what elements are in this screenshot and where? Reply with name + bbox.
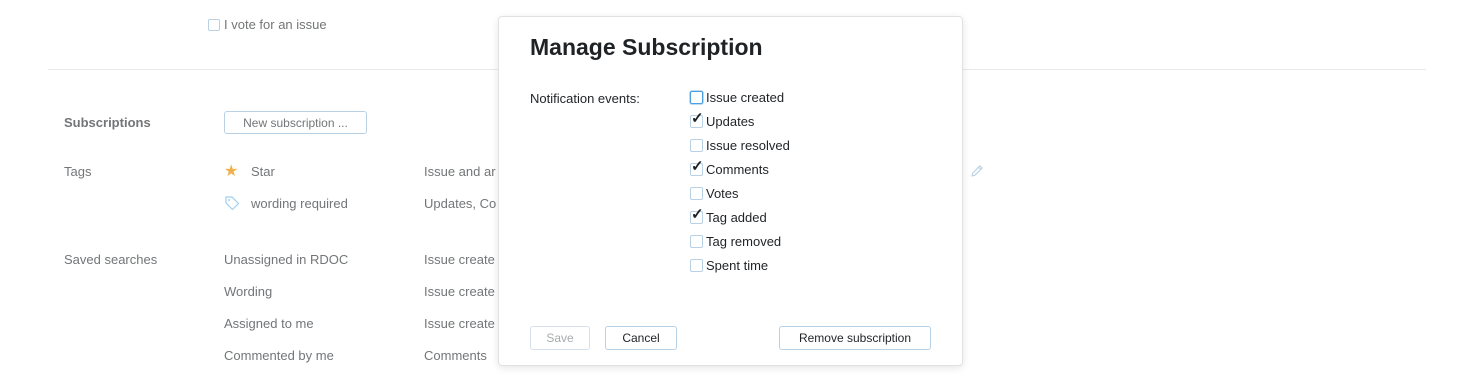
event-checkbox[interactable] xyxy=(690,139,703,152)
tag-name[interactable]: Star xyxy=(251,164,275,179)
tag-icon xyxy=(224,195,240,211)
saved-search-name[interactable]: Wording xyxy=(224,284,272,299)
check-icon: ✓ xyxy=(691,110,704,127)
event-checkbox[interactable] xyxy=(690,259,703,272)
vote-checkbox[interactable] xyxy=(208,18,220,31)
check-icon: ✓ xyxy=(691,158,704,175)
event-checkbox[interactable] xyxy=(690,187,703,200)
event-option[interactable]: Spent time xyxy=(690,258,768,273)
subscriptions-label: Subscriptions xyxy=(64,115,151,130)
pencil-icon[interactable] xyxy=(969,163,985,179)
star-icon: ★ xyxy=(224,163,239,180)
manage-subscription-dialog: Manage Subscription Notification events:… xyxy=(498,16,963,366)
event-option[interactable]: Tag removed xyxy=(690,234,781,249)
event-label: Tag removed xyxy=(706,234,782,249)
remove-subscription-button[interactable]: Remove subscription xyxy=(779,326,931,350)
event-label: Votes xyxy=(706,186,739,201)
tag-events: Updates, Co xyxy=(424,196,497,211)
saved-searches-label: Saved searches xyxy=(64,252,158,267)
event-checkbox[interactable] xyxy=(690,235,703,248)
saved-search-name[interactable]: Assigned to me xyxy=(224,316,314,331)
tags-label: Tags xyxy=(64,164,92,179)
event-label: Spent time xyxy=(706,258,769,273)
event-option[interactable]: Issue resolved xyxy=(690,138,790,153)
saved-search-events: Issue create xyxy=(424,316,495,331)
check-icon: ✓ xyxy=(691,206,704,223)
event-label: Issue created xyxy=(706,90,785,105)
vote-row[interactable]: I vote for an issue xyxy=(208,17,327,32)
event-option[interactable]: ✓ Comments xyxy=(690,159,769,177)
vote-label: I vote for an issue xyxy=(224,17,327,32)
event-checkbox[interactable]: ✓ xyxy=(690,207,704,224)
tag-name[interactable]: wording required xyxy=(251,196,348,211)
cancel-button[interactable]: Cancel xyxy=(605,326,677,350)
dialog-title: Manage Subscription xyxy=(530,34,763,60)
notification-events-label: Notification events: xyxy=(530,91,640,106)
saved-search-name[interactable]: Commented by me xyxy=(224,348,334,363)
event-label: Comments xyxy=(706,162,769,177)
event-option[interactable]: Votes xyxy=(690,186,739,201)
save-button[interactable]: Save xyxy=(530,326,590,350)
new-subscription-button[interactable]: New subscription ... xyxy=(224,111,367,134)
event-label: Updates xyxy=(706,114,755,129)
event-option[interactable]: ✓ Tag added xyxy=(690,207,767,225)
event-label: Issue resolved xyxy=(706,138,790,153)
event-option[interactable]: ✓ Updates xyxy=(690,111,755,129)
event-label: Tag added xyxy=(706,210,767,225)
event-option[interactable]: Issue created xyxy=(690,90,784,105)
event-checkbox[interactable] xyxy=(690,91,703,104)
saved-search-name[interactable]: Unassigned in RDOC xyxy=(224,252,348,267)
saved-search-events: Issue create xyxy=(424,252,495,267)
saved-search-events: Comments xyxy=(424,348,487,363)
event-checkbox[interactable]: ✓ xyxy=(690,159,704,176)
event-checkbox[interactable]: ✓ xyxy=(690,111,704,128)
saved-search-events: Issue create xyxy=(424,284,495,299)
tag-events: Issue and ar xyxy=(424,164,496,179)
